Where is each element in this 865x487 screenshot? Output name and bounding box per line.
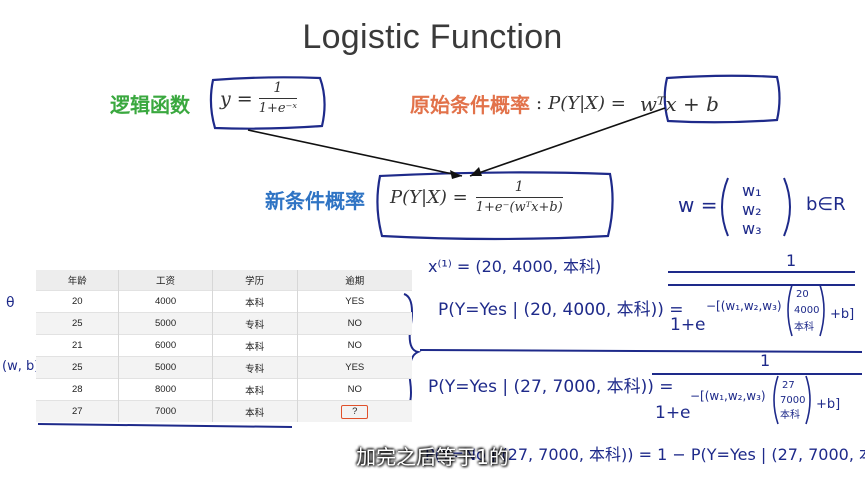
cell-salary: 4000 xyxy=(118,290,213,313)
b-real-text: b∈R xyxy=(806,194,846,215)
cell-education: 本科 xyxy=(212,290,298,313)
new-prob-formula: P(Y|X) = 1 1+e⁻(wᵀx+b) xyxy=(390,179,563,216)
w3-text: w₃ xyxy=(742,219,762,238)
cell-salary: 5000 xyxy=(118,312,213,335)
cell-overdue: YES xyxy=(297,290,412,313)
arrow-from-logistic xyxy=(247,129,463,177)
x-sample-text: x⁽¹⁾ = (20, 4000, 本科) xyxy=(428,257,601,276)
table-row: 20 4000 本科 YES xyxy=(36,290,412,313)
header-overdue: 逾期 xyxy=(297,270,412,291)
cell-age: 27 xyxy=(36,400,120,422)
logistic-y-eq: y = xyxy=(220,87,253,110)
original-lhs: P(Y|X) = xyxy=(548,93,626,114)
cell-age: 25 xyxy=(36,356,120,379)
eq2-numerator: 1 xyxy=(760,351,770,370)
original-label-text: 原始条件概率 xyxy=(410,93,530,117)
new-prob-denominator: 1+e⁻(wᵀx+b) xyxy=(475,200,563,215)
original-colon: : xyxy=(536,93,543,114)
logistic-fraction: 1 1+e⁻ˣ xyxy=(258,80,298,117)
logistic-formula: y = 1 1+e⁻ˣ xyxy=(220,80,298,117)
side-wb: (w, b) xyxy=(2,359,39,374)
cell-overdue: ? xyxy=(297,400,412,422)
cell-age: 20 xyxy=(36,290,120,313)
table-row: 28 8000 本科 NO xyxy=(36,378,412,401)
arrow-from-linear xyxy=(469,107,666,177)
eq1-numerator: 1 xyxy=(786,251,796,270)
eq1-den-exp: −[(w₁,w₂,w₃) xyxy=(706,299,782,313)
new-prob-lhs: P(Y|X) = xyxy=(390,187,468,208)
data-table-container: 年龄 工资 学历 逾期 20 4000 本科 YES 25 5000 专科 NO… xyxy=(36,270,412,422)
cell-overdue: NO xyxy=(297,312,412,335)
new-prob-frac-bar xyxy=(475,197,563,198)
original-prob: 原始条件概率 : P(Y|X) = wᵀx + b xyxy=(410,89,719,118)
cell-age: 25 xyxy=(36,312,120,335)
table-row: 25 5000 专科 YES xyxy=(36,356,412,379)
eq1-vec-lparen xyxy=(787,284,793,337)
table-header-row: 年龄 工资 学历 逾期 xyxy=(36,270,412,291)
cell-education: 本科 xyxy=(212,378,298,401)
eq1-den-base: 1+e xyxy=(670,315,706,335)
cell-education: 专科 xyxy=(212,356,298,379)
eq2-vec-lparen xyxy=(773,375,779,425)
table-underline xyxy=(37,423,293,428)
eq2-den-base: 1+e xyxy=(655,403,691,423)
eq2-den-exp: −[(w₁,w₂,w₃) xyxy=(690,389,766,403)
w2-text: w₂ xyxy=(742,200,762,219)
new-prob-fraction: 1 1+e⁻(wᵀx+b) xyxy=(475,179,563,216)
cell-salary: 8000 xyxy=(118,378,213,401)
header-age: 年龄 xyxy=(36,270,120,291)
cell-salary: 7000 xyxy=(118,400,213,422)
eq2-text: P(Y=Yes | (27, 7000, 本科)) = xyxy=(428,377,674,397)
arrow-head-linear xyxy=(470,167,482,176)
cell-education: 本科 xyxy=(212,334,298,357)
cell-education: 本科 xyxy=(212,400,298,422)
eq1-text: P(Y=Yes | (20, 4000, 本科)) = xyxy=(438,300,684,320)
eq2-vec-2: 本科 xyxy=(780,408,800,421)
eq1-vec-rparen xyxy=(819,284,825,337)
original-rhs: wᵀx + b xyxy=(639,91,719,116)
logistic-label-text: 逻辑函数 xyxy=(110,93,190,117)
logistic-frac-bar xyxy=(258,98,298,99)
w-vector-right-paren xyxy=(783,177,791,237)
w1-text: w₁ xyxy=(742,181,762,200)
logistic-denominator: 1+e⁻ˣ xyxy=(258,101,298,116)
new-prob-label-text: 新条件概率 xyxy=(265,189,365,213)
cell-salary: 6000 xyxy=(118,334,213,357)
eq1-vec-2: 本科 xyxy=(794,320,814,333)
cell-education: 专科 xyxy=(212,312,298,335)
arrow-head-logistic xyxy=(450,170,462,179)
eq1-plus-b: +b] xyxy=(830,307,854,322)
eq2-vec-0: 27 xyxy=(782,380,795,391)
table-row: 25 5000 专科 NO xyxy=(36,312,412,335)
header-salary: 工资 xyxy=(118,270,213,291)
eq1-vec-1: 4000 xyxy=(794,305,819,316)
eq2-vec-1: 7000 xyxy=(780,395,805,406)
eq2-plus-b: +b] xyxy=(816,397,840,412)
table-row: 21 6000 本科 NO xyxy=(36,334,412,357)
data-table: 年龄 工资 学历 逾期 20 4000 本科 YES 25 5000 专科 NO… xyxy=(36,270,412,422)
w-def-text: w = xyxy=(678,193,717,217)
cell-overdue: YES xyxy=(297,356,412,379)
cell-salary: 5000 xyxy=(118,356,213,379)
cell-overdue: NO xyxy=(297,334,412,357)
eq2-vec-rparen xyxy=(805,375,811,425)
cell-age: 21 xyxy=(36,334,120,357)
logistic-numerator: 1 xyxy=(273,80,283,96)
new-prob-label: 新条件概率 xyxy=(265,185,365,214)
unknown-overdue-marker: ? xyxy=(341,404,369,419)
cell-age: 28 xyxy=(36,378,120,401)
table-row: 27 7000 本科 ? xyxy=(36,400,412,422)
slide-title: Logistic Function xyxy=(302,18,563,56)
w-vector-left-paren xyxy=(721,177,729,237)
logistic-label: 逻辑函数 xyxy=(110,89,190,118)
cell-overdue: NO xyxy=(297,378,412,401)
video-subtitle: 加完之后等于1的 xyxy=(356,445,509,469)
eq1-vec-0: 20 xyxy=(796,289,809,300)
side-theta: θ xyxy=(6,295,15,311)
new-prob-numerator: 1 xyxy=(514,179,524,195)
header-education: 学历 xyxy=(212,270,298,291)
separator-line xyxy=(419,349,863,353)
